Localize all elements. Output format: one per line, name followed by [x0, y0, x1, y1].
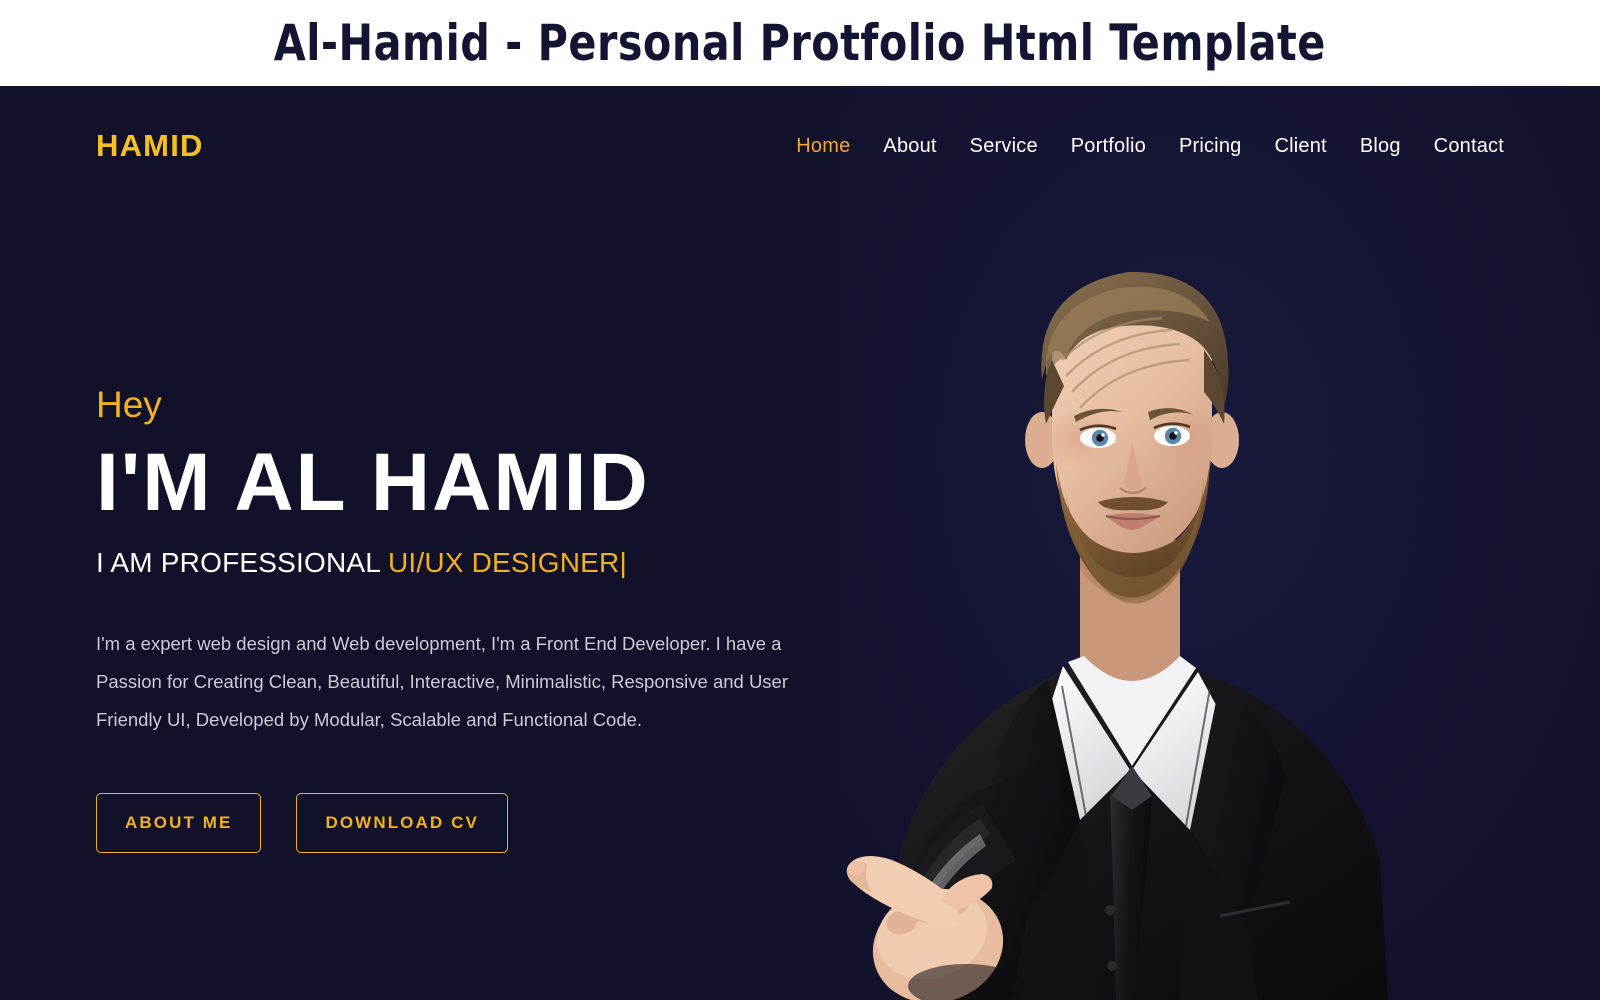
site-logo[interactable]: HAMID — [96, 128, 204, 164]
about-me-button[interactable]: ABOUT ME — [96, 793, 262, 854]
banner-title: Al-Hamid - Personal Protfolio Html Templ… — [273, 14, 1327, 72]
nav-item-blog[interactable]: Blog — [1360, 135, 1401, 157]
hero-button-group: ABOUT ME DOWNLOAD CV — [96, 793, 886, 854]
hero-role-typed-text: UI/UX DESIGNER — [387, 546, 620, 578]
typing-caret: | — [619, 546, 627, 578]
hero-greeting: Hey — [96, 384, 162, 425]
nav-item-contact[interactable]: Contact — [1434, 135, 1504, 157]
template-title-banner: Al-Hamid - Personal Protfolio Html Templ… — [0, 0, 1600, 86]
nav-item-pricing[interactable]: Pricing — [1179, 135, 1242, 157]
hero-section: HAMID Home About Service Portfolio Prici… — [0, 86, 1600, 1000]
nav-item-service[interactable]: Service — [970, 135, 1038, 157]
hero-content: Hey I'M AL HAMID I AM PROFESSIONAL UI/UX… — [96, 384, 886, 854]
nav-item-client[interactable]: Client — [1274, 135, 1326, 157]
main-navbar: HAMID Home About Service Portfolio Prici… — [0, 86, 1600, 206]
nav-item-about[interactable]: About — [883, 135, 936, 157]
hero-name-heading: I'M AL HAMID — [96, 437, 650, 528]
hero-description: I'm a expert web design and Web developm… — [96, 632, 789, 731]
nav-links-list: Home About Service Portfolio Pricing Cli… — [796, 135, 1504, 158]
hero-role-line: I AM PROFESSIONAL UI/UX DESIGNER| — [96, 547, 886, 579]
nav-item-home[interactable]: Home — [796, 135, 850, 157]
hero-role-prefix: I AM PROFESSIONAL — [96, 546, 388, 578]
nav-item-portfolio[interactable]: Portfolio — [1071, 135, 1146, 157]
download-cv-button[interactable]: DOWNLOAD CV — [296, 793, 508, 854]
